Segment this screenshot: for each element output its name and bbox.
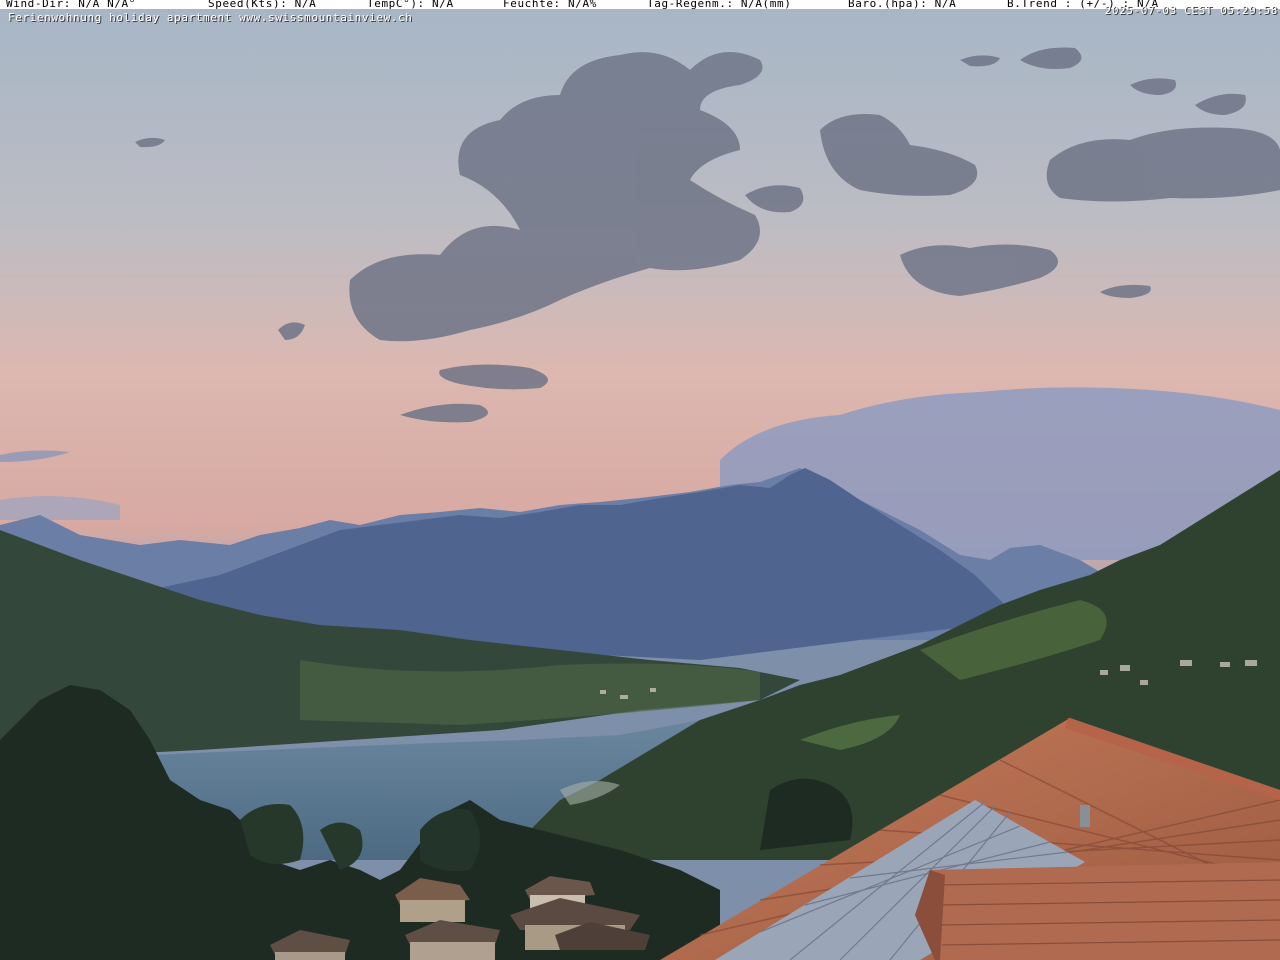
chimney-vent — [1080, 805, 1090, 827]
site-caption: Ferienwohnung holiday apartment www.swis… — [8, 11, 413, 24]
temperature-readout: TempC°): N/A — [367, 0, 454, 9]
pressure-readout: Baro.(hpa): N/A — [848, 0, 957, 9]
humidity-readout: Feuchte: N/A% — [503, 0, 597, 9]
lower-roof — [915, 862, 1280, 960]
webcam-frame: Wind-Dir: N/A N/A° Speed(Kts): N/A TempC… — [0, 0, 1280, 960]
wind-speed-readout: Speed(Kts): N/A — [208, 0, 317, 9]
capture-timestamp: 2025-07-03 CEST 05:29:58 — [1104, 4, 1278, 17]
mountain-lake-scene — [0, 0, 1280, 960]
weather-data-bar: Wind-Dir: N/A N/A° Speed(Kts): N/A TempC… — [0, 0, 1280, 9]
wind-direction-readout: Wind-Dir: N/A N/A° — [6, 0, 137, 9]
rain-readout: Tag-Regenm.: N/A(mm) — [647, 0, 792, 9]
